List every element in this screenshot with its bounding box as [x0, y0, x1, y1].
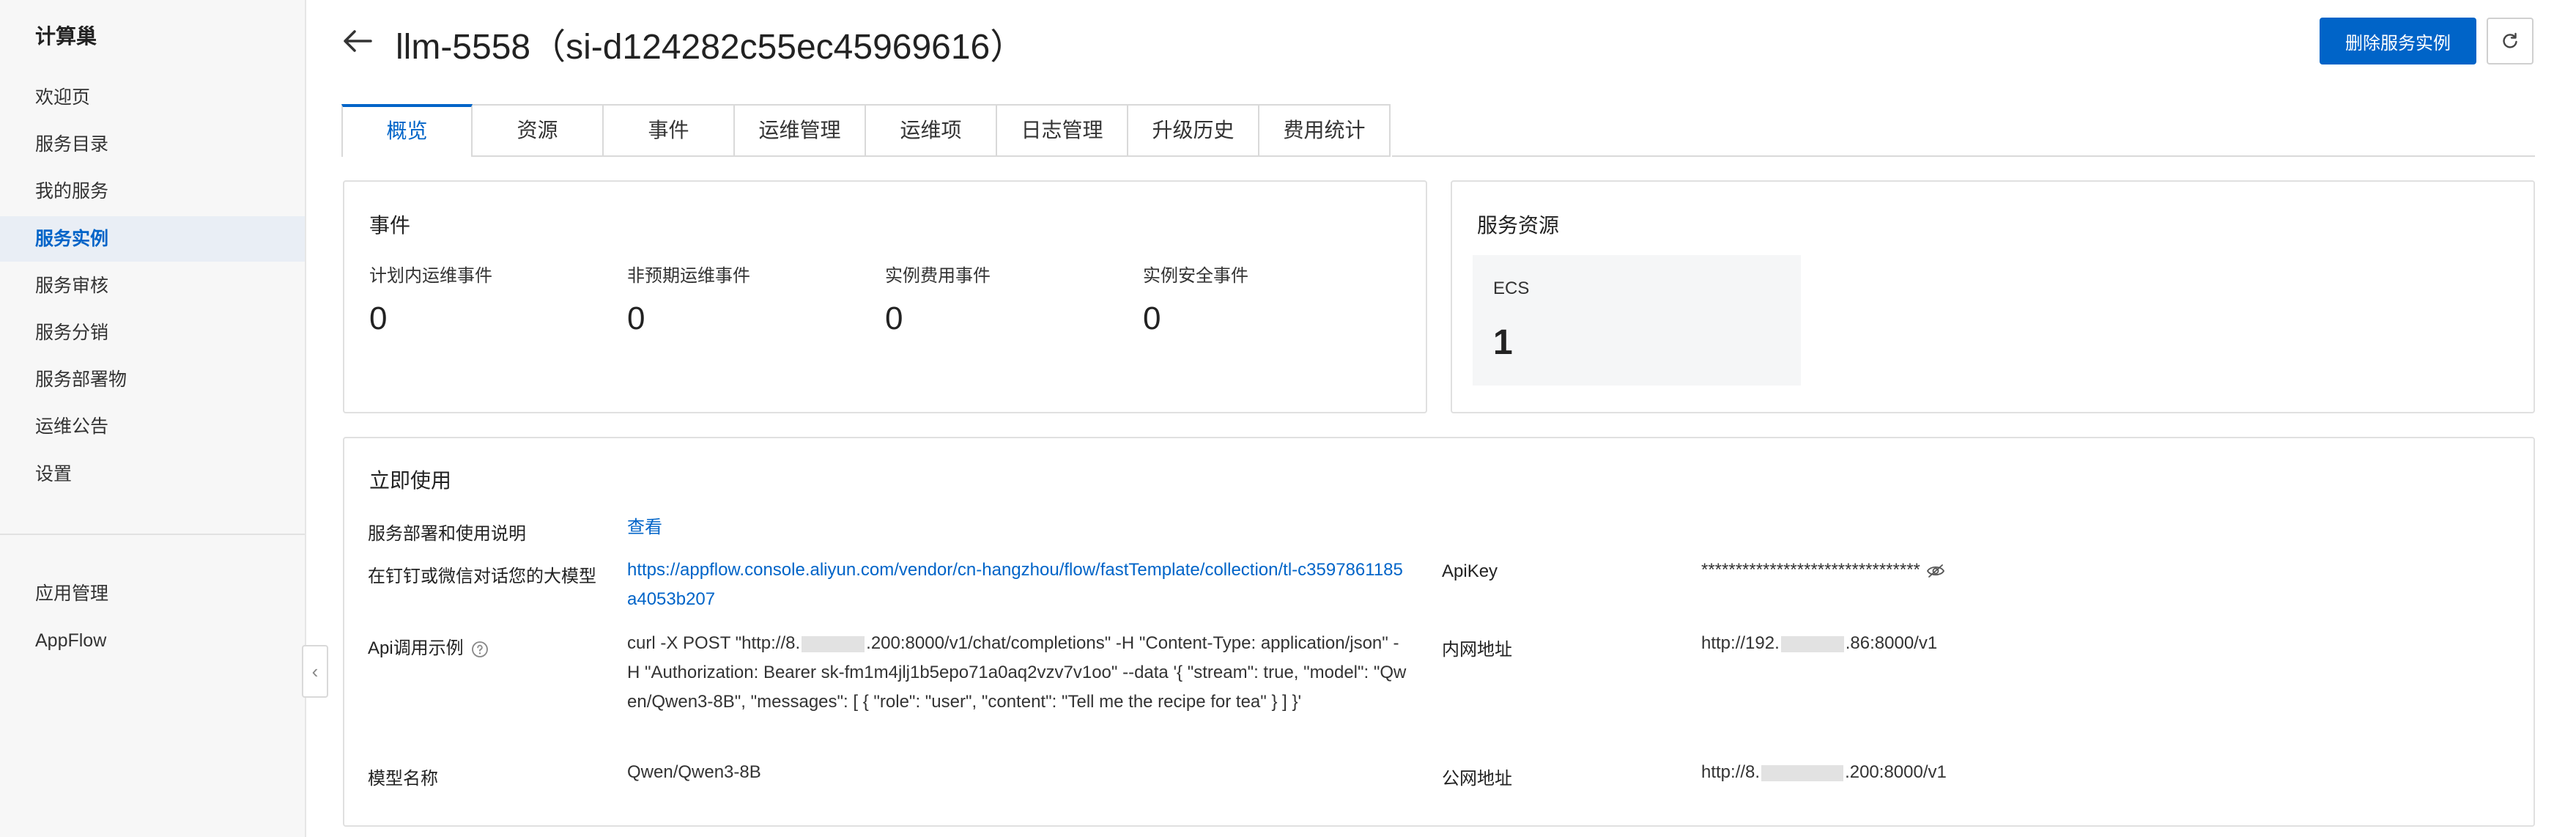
redacted-ip-mask — [1780, 635, 1844, 652]
api-example-prefix: curl -X POST "http://8. — [627, 633, 801, 653]
intranet-address-suffix: .86:8000/v1 — [1845, 633, 1938, 653]
instance-cost-events-value: 0 — [885, 300, 903, 336]
sidebar-item-appflow[interactable]: AppFlow — [0, 618, 305, 663]
tab-ops-management[interactable]: 运维管理 — [735, 104, 866, 157]
sidebar: 计算巢 欢迎页 服务目录 我的服务 服务实例 服务审核 服务分销 服务部署物 运维公告 设置 应… — [0, 0, 306, 837]
tab-bar-underline — [1392, 155, 2535, 157]
tab-resources[interactable]: 资源 — [473, 104, 604, 157]
intranet-address-label: 内网地址 — [1442, 640, 1512, 660]
sidebar-item-settings[interactable]: 设置 — [0, 451, 305, 497]
sidebar-item-service-review[interactable]: 服务审核 — [0, 263, 305, 309]
api-example-label-text: Api调用示例 — [368, 638, 464, 658]
tab-cost-statistics[interactable]: 费用统计 — [1259, 104, 1391, 157]
deploy-doc-value: 查看 — [627, 513, 662, 542]
apikey-value: ******************************** — [1701, 556, 1945, 585]
service-resources-title: 服务资源 — [1477, 214, 1560, 237]
sidebar-item-welcome[interactable]: 欢迎页 — [0, 75, 305, 120]
tab-ops-items[interactable]: 运维项 — [866, 104, 997, 157]
sidebar-item-service-instances[interactable]: 服务实例 — [0, 215, 305, 262]
appflow-template-link[interactable]: https://appflow.console.aliyun.com/vendo… — [627, 556, 1407, 614]
tab-bar: 概览 资源 事件 运维管理 运维项 日志管理 升级历史 费用统计 — [341, 104, 1391, 157]
help-circle-icon[interactable] — [471, 641, 489, 658]
planned-maintenance-events-label: 计划内运维事件 — [369, 266, 492, 286]
events-card: 事件 计划内运维事件 0 非预期运维事件 0 实例费用事件 0 实例安全事件 0 — [343, 180, 1427, 413]
sidebar-item-service-distribution[interactable]: 服务分销 — [0, 310, 305, 355]
sidebar-divider — [0, 534, 305, 535]
model-name-value: Qwen/Qwen3-8B — [627, 762, 761, 782]
chat-model-label: 在钉钉或微信对话您的大模型 — [368, 567, 596, 586]
ecs-count: 1 — [1493, 323, 1513, 362]
apikey-masked-text: ******************************** — [1701, 560, 1920, 580]
events-card-title: 事件 — [369, 214, 411, 237]
refresh-icon — [2503, 32, 2517, 48]
public-address-label: 公网地址 — [1442, 769, 1512, 789]
unexpected-maintenance-events-value: 0 — [627, 300, 645, 336]
delete-instance-button[interactable]: 删除服务实例 — [2320, 18, 2476, 64]
apikey-label: ApiKey — [1442, 561, 1498, 581]
model-name-label: 模型名称 — [368, 769, 438, 789]
intranet-address-prefix: http://192. — [1701, 633, 1780, 653]
tab-overview[interactable]: 概览 — [341, 104, 473, 157]
public-address-suffix: .200:8000/v1 — [1845, 762, 1947, 782]
unexpected-maintenance-events-label: 非预期运维事件 — [627, 266, 750, 286]
api-example-code: curl -X POST "http://8. .200:8000/v1/chat… — [627, 629, 1407, 717]
intranet-address-link[interactable]: http://192. .86:8000/v1 — [1701, 629, 1937, 658]
public-address-prefix: http://8. — [1701, 762, 1761, 782]
sidebar-item-my-services[interactable]: 我的服务 — [0, 169, 305, 214]
public-address-link[interactable]: http://8. .200:8000/v1 — [1701, 758, 1947, 787]
tab-events[interactable]: 事件 — [604, 104, 735, 157]
eye-off-icon[interactable] — [1926, 564, 1945, 578]
back-arrow-icon[interactable] — [338, 22, 377, 60]
quick-start-title: 立即使用 — [369, 469, 452, 492]
api-example-label: Api调用示例 — [368, 633, 489, 659]
sidebar-item-service-catalog[interactable]: 服务目录 — [0, 122, 305, 167]
instance-security-events-value: 0 — [1143, 300, 1161, 336]
ecs-label: ECS — [1493, 279, 1530, 298]
tab-upgrade-history[interactable]: 升级历史 — [1128, 104, 1259, 157]
tab-log-management[interactable]: 日志管理 — [997, 104, 1128, 157]
sidebar-title: 计算巢 — [35, 25, 97, 48]
instance-security-events-label: 实例安全事件 — [1143, 266, 1248, 286]
chevron-left-icon: ‹ — [311, 660, 319, 682]
deploy-doc-view-link[interactable]: 查看 — [627, 517, 662, 537]
instance-cost-events-label: 实例费用事件 — [885, 266, 991, 286]
deploy-doc-label: 服务部署和使用说明 — [368, 524, 526, 544]
page-title: llm-5558（si-d124282c55ec45969616） — [396, 28, 1026, 67]
redacted-ip-mask — [1761, 764, 1844, 781]
redacted-ip-mask — [802, 635, 865, 652]
ecs-resource-tile[interactable]: ECS 1 — [1473, 255, 1801, 386]
sidebar-item-ops-announcements[interactable]: 运维公告 — [0, 404, 305, 449]
sidebar-item-service-artifacts[interactable]: 服务部署物 — [0, 357, 305, 402]
sidebar-item-app-management[interactable]: 应用管理 — [0, 571, 305, 616]
sidebar-collapse-button[interactable]: ‹ — [302, 645, 328, 698]
planned-maintenance-events-value: 0 — [369, 300, 388, 336]
refresh-button[interactable] — [2487, 18, 2534, 64]
